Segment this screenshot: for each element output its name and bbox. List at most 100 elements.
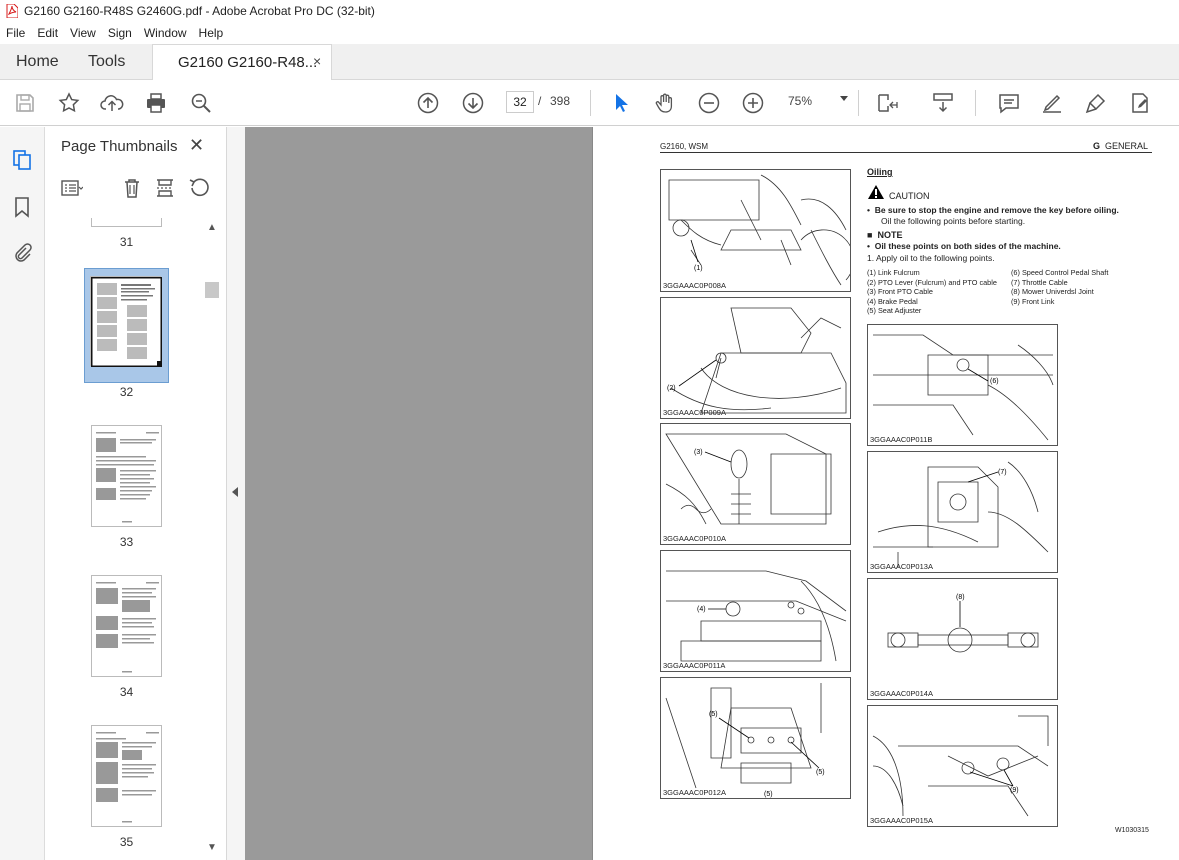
svg-text:(7): (7) xyxy=(998,469,1007,476)
zoom-level-dropdown[interactable]: 75% xyxy=(788,94,812,108)
note-label: ■ NOTE xyxy=(867,230,903,240)
thumbnail-label-35: 35 xyxy=(119,835,134,849)
figure-caption: 3GGAAAC0P011B xyxy=(870,435,933,444)
bookmarks-icon[interactable] xyxy=(11,196,33,218)
svg-text:(5): (5) xyxy=(709,711,718,718)
tab-document[interactable]: G2160 G2160-R48... × xyxy=(152,44,332,81)
left-navigation-rail xyxy=(0,127,45,860)
part-item: (5) Seat Adjuster xyxy=(867,306,922,315)
attachments-icon[interactable] xyxy=(11,242,33,264)
svg-text:(5): (5) xyxy=(816,769,825,776)
pdf-app-icon xyxy=(6,4,18,18)
thumbnail-page-33[interactable] xyxy=(91,425,162,527)
previous-page-icon[interactable] xyxy=(416,91,440,115)
page-number-input[interactable]: 32 xyxy=(506,91,534,113)
upload-cloud-icon[interactable] xyxy=(100,91,124,115)
figure-speed-control-pedal: (6) 3GGAAAC0P011B xyxy=(867,324,1058,446)
close-icon[interactable]: ✕ xyxy=(189,135,204,156)
svg-text:(9): (9) xyxy=(1010,787,1019,794)
figure-caption: 3GGAAAC0P013A xyxy=(870,562,933,571)
window-title: G2160 G2160-R48S G2460G.pdf - Adobe Acro… xyxy=(24,4,375,18)
collapse-panel-icon[interactable] xyxy=(232,487,238,497)
menu-window[interactable]: Window xyxy=(138,26,193,40)
comment-icon[interactable] xyxy=(997,91,1021,115)
svg-text:(1): (1) xyxy=(694,265,703,272)
part-item: (8) Mower Univerdsl Joint xyxy=(1011,287,1094,296)
sign-pen-icon[interactable] xyxy=(1084,91,1108,115)
page-header-right: G GENERAL xyxy=(1093,141,1148,151)
menu-file[interactable]: File xyxy=(0,26,31,40)
page-total: 398 xyxy=(550,94,571,108)
parts-list-right: (6) Speed Control Pedal Shaft (7) Thrott… xyxy=(1011,268,1108,306)
hand-tool-icon[interactable] xyxy=(653,91,677,115)
figure-caption: 3GGAAAC0P010A xyxy=(663,534,726,543)
tab-close-icon[interactable]: × xyxy=(313,53,321,69)
svg-text:(5): (5) xyxy=(764,791,773,798)
part-item: (9) Front Link xyxy=(1011,296,1055,306)
scroll-down-icon[interactable]: ▼ xyxy=(207,842,217,853)
edit-document-icon[interactable] xyxy=(1128,91,1152,115)
figure-mower-universal-joint: (8) 3GGAAAC0P014A xyxy=(867,578,1058,700)
chevron-down-icon[interactable] xyxy=(840,96,848,101)
thumbnail-label-32: 32 xyxy=(119,385,134,399)
thumbnail-page-31[interactable] xyxy=(91,218,162,227)
part-item: (7) Throttle Cable xyxy=(1011,277,1068,287)
thumbnail-page-32[interactable] xyxy=(90,276,163,368)
menu-view[interactable]: View xyxy=(64,26,102,40)
thumbnail-scrollbar[interactable]: ▲ ▼ xyxy=(205,222,219,858)
thumbnail-label-31: 31 xyxy=(119,235,134,249)
figure-front-link: (9) 3GGAAAC0P015A xyxy=(867,705,1058,827)
menu-help[interactable]: Help xyxy=(193,26,230,40)
note-bullet: • Oil these points on both sides of the … xyxy=(867,241,1061,251)
figure-caption: 3GGAAAC0P009A xyxy=(663,408,726,417)
thumbnail-page-35[interactable] xyxy=(91,725,162,827)
zoom-in-icon[interactable] xyxy=(741,91,765,115)
extract-page-icon[interactable] xyxy=(154,177,176,199)
part-item: (4) Brake Pedal xyxy=(867,296,918,306)
part-item: (2) PTO Lever (Fulcrum) and PTO cable xyxy=(867,277,997,287)
main-toolbar xyxy=(0,80,1179,126)
section-title: Oiling xyxy=(867,167,893,177)
svg-text:(2): (2) xyxy=(667,385,676,392)
tab-bar: Home Tools G2160 G2160-R48... × xyxy=(0,44,1179,81)
part-item: (6) Speed Control Pedal Shaft xyxy=(1011,268,1109,277)
page-separator: / xyxy=(538,94,542,108)
fit-page-icon[interactable] xyxy=(876,91,900,115)
scroll-mode-icon[interactable] xyxy=(931,91,955,115)
figure-caption: 3GGAAAC0P008A xyxy=(663,281,726,290)
rotate-page-icon[interactable] xyxy=(188,177,210,199)
save-icon[interactable] xyxy=(13,91,37,115)
print-icon[interactable] xyxy=(144,91,168,115)
figure-caption: 3GGAAAC0P012A xyxy=(663,788,726,797)
figure-seat-adjuster: (5) (5) (5) 3GGAAAC0P012A xyxy=(660,677,851,799)
step-1: 1. Apply oil to the following points. xyxy=(867,253,995,263)
tab-tools[interactable]: Tools xyxy=(88,53,125,71)
svg-text:(8): (8) xyxy=(956,594,965,601)
scroll-up-icon[interactable]: ▲ xyxy=(207,222,217,233)
tab-home[interactable]: Home xyxy=(16,53,59,71)
thumbnail-options-icon[interactable] xyxy=(61,177,83,199)
figure-front-pto-cable: (3) 3GGAAAC0P010A xyxy=(660,423,851,545)
figure-pto-lever: (2) 3GGAAAC0P009A xyxy=(660,297,851,419)
menu-sign[interactable]: Sign xyxy=(102,26,138,40)
scrollbar-thumb[interactable] xyxy=(205,282,219,298)
highlight-pen-icon[interactable] xyxy=(1040,91,1064,115)
bookmark-star-icon[interactable] xyxy=(57,91,81,115)
document-page: G2160, WSM G GENERAL (1) 3GGAAAC0P008A (… xyxy=(592,127,1179,860)
select-cursor-icon[interactable] xyxy=(609,91,633,115)
part-item: (1) Link Fulcrum xyxy=(867,268,920,277)
figure-throttle-cable: (7) 3GGAAAC0P013A xyxy=(867,451,1058,573)
thumbnail-page-34[interactable] xyxy=(91,575,162,677)
page-thumbnails-icon[interactable] xyxy=(11,149,33,171)
zoom-search-icon[interactable] xyxy=(189,91,213,115)
tab-document-label: G2160 G2160-R48... xyxy=(178,54,318,71)
delete-page-icon[interactable] xyxy=(121,177,143,199)
zoom-out-icon[interactable] xyxy=(697,91,721,115)
parts-list-left: (1) Link Fulcrum (2) PTO Lever (Fulcrum)… xyxy=(867,268,997,316)
caution-bullet: • Be sure to stop the engine and remove … xyxy=(867,205,1119,215)
thumbnail-toolbar xyxy=(45,171,227,205)
caution-text: Oil the following points before starting… xyxy=(881,216,1026,226)
menu-edit[interactable]: Edit xyxy=(31,26,64,40)
next-page-icon[interactable] xyxy=(461,91,485,115)
title-bar: G2160 G2160-R48S G2460G.pdf - Adobe Acro… xyxy=(0,0,1179,22)
